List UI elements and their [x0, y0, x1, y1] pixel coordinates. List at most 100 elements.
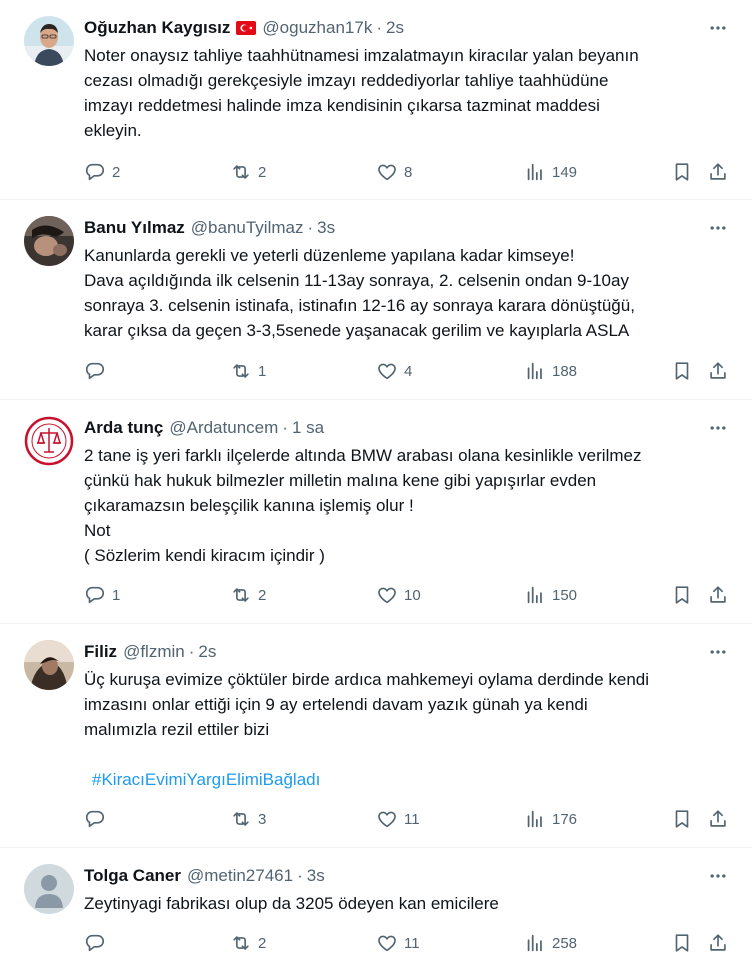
share-button[interactable]: [707, 160, 729, 184]
avatar-photo-icon: [24, 16, 74, 66]
justice-scale-logo-icon: [24, 416, 74, 466]
tweet-text-line: ( Sözlerim kendi kiracım içindir ): [84, 546, 325, 565]
tweet-text-line: Üç kuruşa evimize çöktüler birde ardıca …: [84, 670, 650, 689]
retweet-button[interactable]: 1: [230, 359, 266, 383]
views-icon: [527, 934, 542, 952]
avatar[interactable]: [24, 16, 74, 66]
views-button[interactable]: 258: [524, 931, 577, 955]
timestamp[interactable]: 3s: [307, 864, 325, 888]
display-name[interactable]: Banu Yılmaz: [84, 216, 185, 240]
display-name[interactable]: Oğuzhan Kaygısız: [84, 16, 230, 40]
retweet-button[interactable]: 2: [230, 931, 266, 955]
more-icon: [710, 650, 726, 654]
views-button[interactable]: 188: [524, 359, 577, 383]
timestamp[interactable]: 1 sa: [292, 416, 324, 440]
user-handle[interactable]: @flzmin: [123, 640, 185, 664]
like-count: 11: [404, 810, 420, 828]
timestamp[interactable]: 2s: [386, 16, 404, 40]
reply-icon: [85, 163, 105, 181]
bookmark-button[interactable]: [671, 359, 693, 383]
tweet[interactable]: Tolga Caner @metin27461 · 3s Zeytinyagi …: [0, 848, 752, 974]
tweet[interactable]: Banu Yılmaz @banuTyilmaz · 3s Kanunlarda…: [0, 200, 752, 400]
views-button[interactable]: 149: [524, 160, 577, 184]
reply-icon: [85, 810, 105, 828]
tweet-text: Üç kuruşa evimize çöktüler birde ardıca …: [84, 667, 732, 792]
more-icon: [710, 26, 726, 30]
like-button[interactable]: 10: [376, 583, 421, 607]
tweet-text-line: sonraya 3. celsenin istinafa, istinafın …: [84, 296, 635, 315]
user-handle[interactable]: @Ardatuncem: [169, 416, 278, 440]
tweet-text: Kanunlarda gerekli ve yeterli düzenleme …: [84, 243, 732, 343]
like-button[interactable]: 11: [376, 931, 420, 955]
tweet-text-line: Dava açıldığında ilk celsenin 11-13ay so…: [84, 271, 629, 290]
bookmark-icon: [675, 586, 689, 604]
tweet-actions: 3 11 176: [84, 807, 736, 831]
tweet-text-line: çünkü hak hukuk bilmezler milletin malın…: [84, 471, 597, 490]
more-button[interactable]: [706, 864, 730, 888]
tweet-text-line: malımızla rezil ettiler bizi: [84, 720, 270, 739]
bookmark-button[interactable]: [671, 931, 693, 955]
tweet-text-line: çıkaramazsın beleşçilik kanına işlemiş o…: [84, 496, 414, 515]
reply-count: 2: [112, 163, 121, 181]
views-button[interactable]: 176: [524, 807, 577, 831]
tweet[interactable]: Oğuzhan Kaygısız @oguzhan17k · 2s Noter …: [0, 0, 752, 200]
user-handle[interactable]: @metin27461: [187, 864, 293, 888]
like-button[interactable]: 11: [376, 807, 420, 831]
heart-icon: [378, 164, 396, 181]
view-count: 176: [552, 810, 578, 828]
avatar[interactable]: [24, 416, 74, 466]
reply-button[interactable]: 2: [84, 160, 120, 184]
share-icon: [710, 934, 726, 951]
views-button[interactable]: 150: [524, 583, 577, 607]
share-button[interactable]: [707, 807, 729, 831]
display-name[interactable]: Filiz: [84, 640, 117, 664]
avatar[interactable]: [24, 216, 74, 266]
bookmark-icon: [675, 934, 689, 952]
timestamp[interactable]: 2s: [198, 640, 216, 664]
display-name[interactable]: Tolga Caner: [84, 864, 181, 888]
like-button[interactable]: 4: [376, 359, 412, 383]
tweet[interactable]: Filiz @flzmin · 2s Üç kuruşa evimize çök…: [0, 624, 752, 848]
heart-icon: [378, 587, 396, 604]
reply-button[interactable]: [84, 359, 112, 383]
views-icon: [527, 810, 542, 828]
display-name[interactable]: Arda tunç: [84, 416, 163, 440]
tweet-text-line: Noter onaysız tahliye taahhütnamesi imza…: [84, 46, 639, 65]
user-handle[interactable]: @oguzhan17k: [262, 16, 372, 40]
reply-button[interactable]: [84, 931, 112, 955]
retweet-button[interactable]: 2: [230, 160, 266, 184]
bookmark-button[interactable]: [671, 583, 693, 607]
more-button[interactable]: [706, 216, 730, 240]
like-button[interactable]: 8: [376, 160, 412, 184]
like-count: 8: [404, 163, 413, 181]
more-icon: [710, 426, 726, 430]
more-button[interactable]: [706, 640, 730, 664]
timestamp[interactable]: 3s: [317, 216, 335, 240]
bookmark-button[interactable]: [671, 160, 693, 184]
reply-button[interactable]: 1: [84, 583, 120, 607]
tweet-text-line: 2 tane iş yeri farklı ilçelerde altında …: [84, 446, 642, 465]
tweet-text: Noter onaysız tahliye taahhütnamesi imza…: [84, 43, 732, 143]
tweet[interactable]: Arda tunç @Ardatuncem · 1 sa 2 tane iş y…: [0, 400, 752, 624]
share-button[interactable]: [707, 359, 729, 383]
hashtag-link[interactable]: #KiracıEvimiYargıElimiBağladı: [84, 767, 732, 792]
share-button[interactable]: [707, 931, 729, 955]
retweet-button[interactable]: 2: [230, 583, 266, 607]
separator-dot: ·: [297, 866, 303, 885]
tweet-actions: 2 2 8 149: [84, 160, 736, 184]
user-handle[interactable]: @banuTyilmaz: [191, 216, 304, 240]
retweet-icon: [233, 165, 249, 179]
more-button[interactable]: [706, 16, 730, 40]
like-count: 11: [404, 934, 420, 952]
reply-button[interactable]: [84, 807, 112, 831]
avatar[interactable]: [24, 864, 74, 914]
tweet-header: Filiz @flzmin · 2s: [84, 640, 732, 664]
retweet-count: 3: [258, 810, 267, 828]
tweet-header: Banu Yılmaz @banuTyilmaz · 3s: [84, 216, 732, 240]
bookmark-button[interactable]: [671, 807, 693, 831]
avatar[interactable]: [24, 640, 74, 690]
share-button[interactable]: [707, 583, 729, 607]
more-button[interactable]: [706, 416, 730, 440]
retweet-button[interactable]: 3: [230, 807, 266, 831]
retweet-icon: [233, 364, 249, 378]
